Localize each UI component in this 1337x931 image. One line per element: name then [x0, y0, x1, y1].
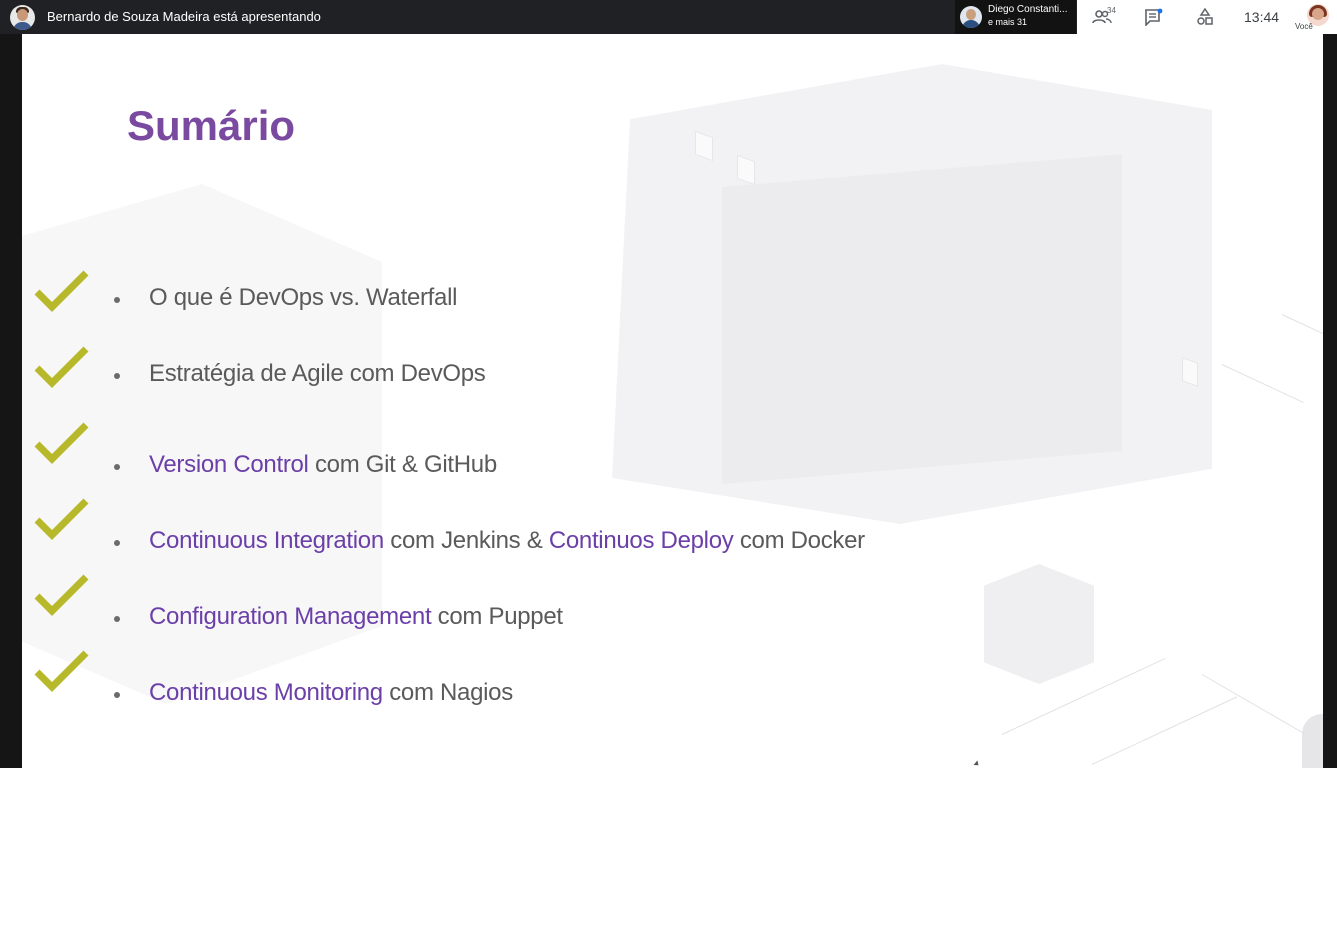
- agenda-item-topic: Continuous Integration: [149, 527, 384, 554]
- agenda-item-text: Configuration Management com Puppet: [149, 603, 563, 631]
- agenda-item-detail: O que é DevOps vs. Waterfall: [149, 284, 458, 311]
- checkmark-icon: [34, 346, 90, 390]
- people-button[interactable]: 34: [1092, 6, 1116, 28]
- participant-name: Diego Constanti...: [988, 4, 1068, 15]
- presenter-status-text: Bernardo de Souza Madeira está apresenta…: [47, 9, 321, 24]
- agenda-item-topic: Configuration Management: [149, 603, 432, 630]
- meeting-top-bar: Bernardo de Souza Madeira está apresenta…: [0, 0, 1337, 34]
- agenda-item-text: Version Control com Git & GitHub: [149, 451, 497, 479]
- self-label: Você: [1295, 22, 1313, 31]
- presentation-slide: Sumário O que é DevOps vs. Waterfall Estr…: [22, 34, 1323, 768]
- agenda-item-detail: com Puppet: [431, 603, 563, 630]
- slide-title: Sumário: [127, 102, 296, 149]
- presentation-stage: Sumário O que é DevOps vs. Waterfall Estr…: [0, 34, 1337, 768]
- participant-more: e mais 31: [988, 17, 1028, 27]
- chat-button[interactable]: [1144, 8, 1166, 28]
- agenda-item-detail: com Docker: [733, 527, 865, 554]
- agenda-item-topic: Version Control: [149, 451, 309, 478]
- agenda-item-text: Continuous Monitoring com Nagios: [149, 679, 513, 707]
- bullet-icon: [114, 692, 120, 698]
- background-shape: [1302, 714, 1323, 768]
- agenda-item-topic: Continuos Deploy: [548, 527, 734, 554]
- bullet-icon: [114, 373, 120, 379]
- bullet-icon: [114, 616, 120, 622]
- background-line: [1001, 657, 1166, 735]
- agenda-item-text: O que é DevOps vs. Waterfall: [149, 284, 457, 312]
- checkmark-icon: [34, 574, 90, 618]
- agenda-item-detail: Estratégia de Agile com DevOps: [149, 360, 486, 387]
- agenda-item-text: Continuous Integration com Jenkins & Con…: [149, 527, 865, 555]
- meeting-clock: 13:44: [1244, 9, 1280, 25]
- checkmark-icon: [34, 270, 90, 314]
- background-tile: [1182, 357, 1198, 387]
- bullet-icon: [114, 540, 120, 546]
- agenda-item-detail: com Jenkins &: [383, 527, 549, 554]
- participants-count: 34: [1107, 6, 1116, 15]
- bullet-icon: [114, 464, 120, 470]
- activities-button[interactable]: [1195, 8, 1217, 28]
- participant-avatar: [960, 6, 982, 28]
- checkmark-icon: [34, 422, 90, 466]
- background-line: [1281, 314, 1323, 341]
- agenda-item-detail: com Nagios: [382, 679, 513, 706]
- background-cube-face: [722, 154, 1122, 484]
- checkmark-icon: [34, 498, 90, 542]
- agenda-item-detail: com Git & GitHub: [308, 451, 497, 478]
- activities-icon: [1195, 8, 1217, 26]
- background-line: [1221, 364, 1304, 403]
- participant-tile[interactable]: Diego Constanti... e mais 31: [955, 0, 1076, 34]
- agenda-item-topic: Continuous Monitoring: [149, 679, 383, 706]
- checkmark-icon: [34, 650, 90, 694]
- agenda-item-text: Estratégia de Agile com DevOps: [149, 360, 486, 388]
- mouse-cursor-icon: [973, 760, 981, 768]
- bullet-icon: [114, 297, 120, 303]
- meeting-controls: 34 13:44 Você: [1077, 0, 1337, 34]
- background-tile: [737, 154, 755, 186]
- chat-icon: [1144, 8, 1166, 26]
- presenter-avatar: [10, 5, 35, 30]
- background-line: [1091, 696, 1238, 765]
- background-tile: [695, 130, 713, 162]
- background-cube-small: [984, 564, 1094, 684]
